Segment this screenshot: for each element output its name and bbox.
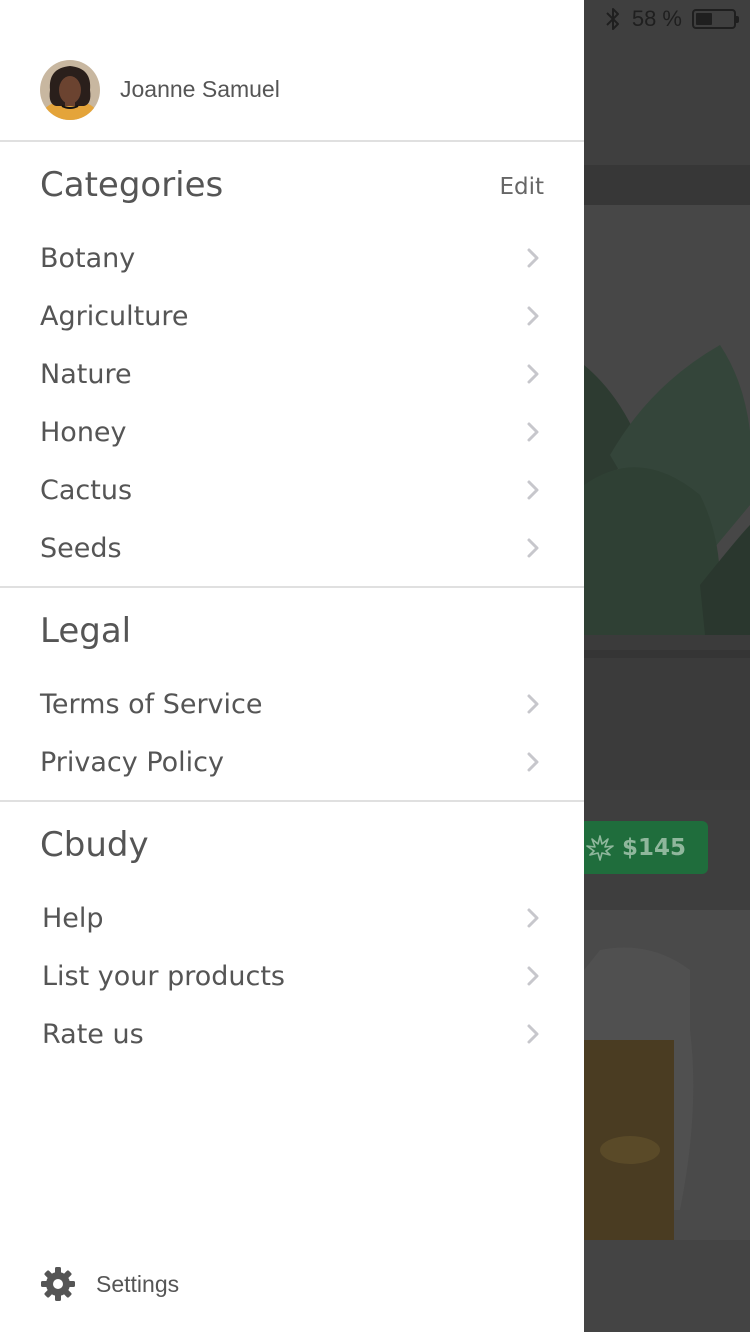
chevron-right-icon: [527, 480, 539, 500]
battery-percentage: 58 %: [631, 6, 682, 31]
user-profile[interactable]: Joanne Samuel: [0, 0, 584, 141]
divider: [0, 140, 584, 142]
chevron-right-icon: [527, 422, 539, 442]
menu-item-list-your-products[interactable]: List your products: [0, 947, 584, 1005]
divider: [0, 800, 584, 802]
menu-item-label: Honey: [40, 416, 127, 448]
menu-item-label: Agriculture: [40, 300, 189, 332]
menu-item-label: List your products: [42, 960, 285, 992]
menu-item-label: Privacy Policy: [40, 746, 225, 778]
chevron-right-icon: [527, 694, 539, 714]
chevron-right-icon: [527, 908, 539, 928]
gear-icon: [41, 1267, 75, 1301]
chevron-right-icon: [527, 966, 539, 986]
settings-button[interactable]: Settings: [40, 1266, 179, 1302]
menu-item-label: Help: [42, 902, 104, 934]
menu-item-help[interactable]: Help: [0, 889, 584, 947]
menu-item-honey[interactable]: Honey: [0, 403, 584, 461]
menu-item-rate-us[interactable]: Rate us: [0, 1005, 584, 1063]
chevron-right-icon: [527, 306, 539, 326]
section-title-legal: Legal: [40, 611, 132, 651]
bluetooth-icon: [606, 8, 619, 30]
menu-item-label: Nature: [40, 358, 132, 390]
leaf-icon: [586, 834, 614, 861]
navigation-drawer: Joanne Samuel Categories Edit Botany Agr…: [0, 0, 584, 1332]
chevron-right-icon: [527, 248, 539, 268]
status-bar: 58 %: [604, 4, 739, 34]
chevron-right-icon: [527, 364, 539, 384]
menu-item-label: Botany: [40, 242, 136, 274]
divider: [0, 586, 584, 588]
section-title-categories: Categories: [40, 165, 224, 205]
menu-item-terms-of-service[interactable]: Terms of Service: [0, 675, 584, 733]
menu-item-label: Cactus: [40, 474, 133, 506]
section-title-cbudy: Cbudy: [40, 825, 149, 865]
menu-item-nature[interactable]: Nature: [0, 345, 584, 403]
price-label: $145: [621, 834, 686, 861]
edit-categories-button[interactable]: Edit: [499, 174, 544, 200]
menu-item-label: Seeds: [40, 532, 122, 564]
chevron-right-icon: [527, 538, 539, 558]
menu-item-agriculture[interactable]: Agriculture: [0, 287, 584, 345]
menu-item-privacy-policy[interactable]: Privacy Policy: [0, 733, 584, 791]
menu-item-seeds[interactable]: Seeds: [0, 519, 584, 577]
menu-item-cactus[interactable]: Cactus: [0, 461, 584, 519]
chevron-right-icon: [527, 1024, 539, 1044]
battery-icon: [692, 9, 739, 29]
settings-label: Settings: [96, 1270, 180, 1297]
menu-item-label: Rate us: [42, 1018, 144, 1050]
chevron-right-icon: [527, 752, 539, 772]
avatar[interactable]: [40, 59, 100, 120]
menu-item-botany[interactable]: Botany: [0, 229, 584, 287]
menu-item-label: Terms of Service: [40, 688, 263, 720]
user-name: Joanne Samuel: [120, 76, 280, 102]
